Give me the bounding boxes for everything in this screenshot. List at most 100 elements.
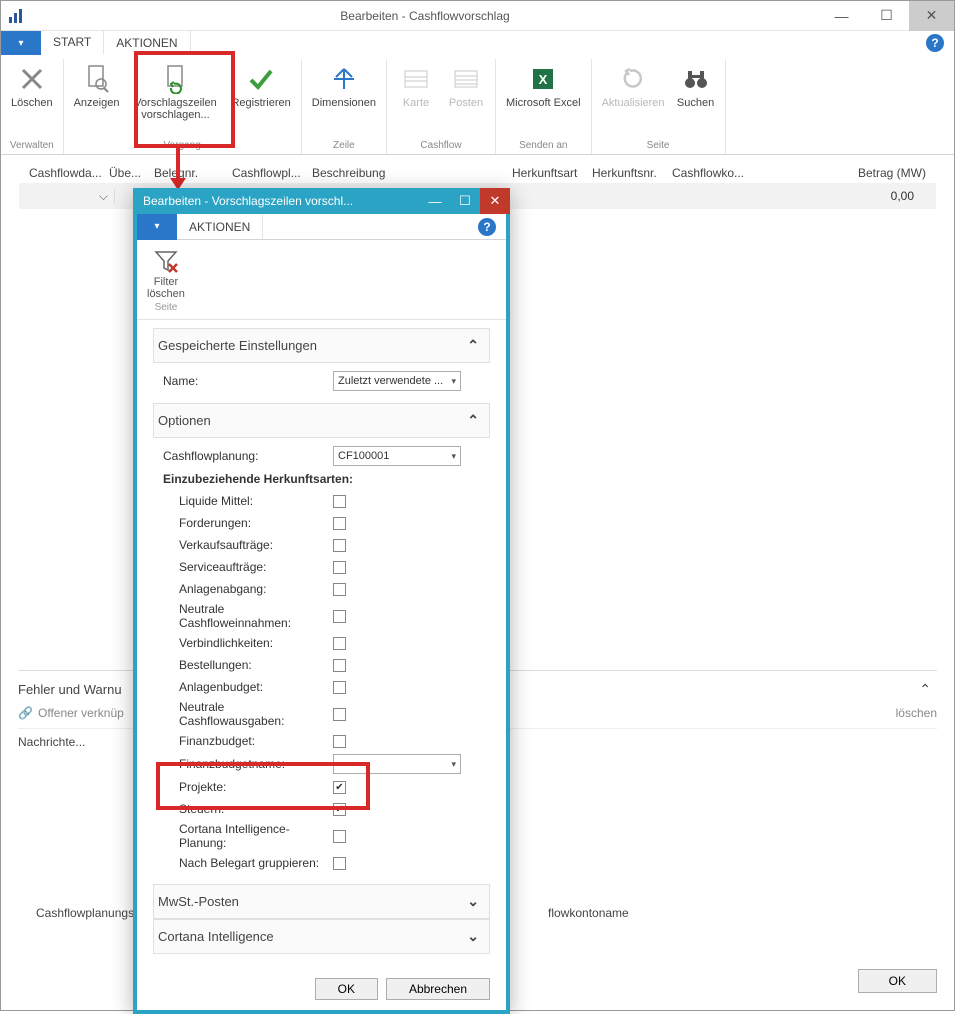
section-optionen[interactable]: Optionen ⌃ bbox=[153, 403, 490, 438]
grid-header: Cashflowda... Übe... Belegnr. Cashflowpl… bbox=[1, 163, 954, 183]
row-name: Name: Zuletzt verwendete ...▾ bbox=[153, 369, 490, 393]
check-icon bbox=[247, 61, 275, 97]
name-dropdown[interactable]: Zuletzt verwendete ...▾ bbox=[333, 371, 461, 391]
funnel-clear-icon bbox=[153, 246, 179, 276]
chevron-down-icon: ⌄ bbox=[467, 928, 485, 945]
neutrale-aus-checkbox[interactable] bbox=[333, 708, 346, 721]
col-cashflowpl[interactable]: Cashflowpl... bbox=[224, 166, 304, 180]
window-title: Bearbeiten - Cashflowvorschlag bbox=[31, 9, 819, 23]
help-icon[interactable]: ? bbox=[926, 34, 944, 52]
cell-amount: 0,00 bbox=[891, 189, 936, 203]
steuern-checkbox[interactable] bbox=[333, 803, 346, 816]
ribbon-group-seite: Aktualisieren Suchen Seite bbox=[592, 59, 726, 154]
tab-start[interactable]: START bbox=[41, 31, 104, 55]
dialog-maximize-button[interactable]: ☐ bbox=[450, 188, 480, 214]
liquide-checkbox[interactable] bbox=[333, 495, 346, 508]
close-button[interactable]: ✕ bbox=[909, 1, 954, 31]
section-gespeichert[interactable]: Gespeicherte Einstellungen ⌃ bbox=[153, 328, 490, 363]
chevron-down-icon: ⌄ bbox=[467, 893, 485, 910]
col-cashflowko[interactable]: Cashflowko... bbox=[664, 166, 744, 180]
dialog-ribbon: Filterlöschen Seite bbox=[137, 240, 506, 320]
ribbon-group-cashflow: Karte Posten Cashflow bbox=[387, 59, 496, 154]
link-icon: 🔗 bbox=[18, 706, 32, 720]
projekte-checkbox[interactable] bbox=[333, 781, 346, 794]
dialog-help-icon[interactable]: ? bbox=[478, 218, 496, 236]
dialog-body: Gespeicherte Einstellungen ⌃ Name: Zulet… bbox=[137, 320, 506, 968]
ribbon-group-verwalten: Löschen Verwalten bbox=[1, 59, 64, 154]
ribbon-group-zeile: Dimensionen Zeile bbox=[302, 59, 387, 154]
verkaufs-checkbox[interactable] bbox=[333, 539, 346, 552]
excel-icon: X bbox=[529, 61, 557, 97]
kontoname-label: flowkontoname bbox=[548, 906, 629, 920]
verbindlichkeiten-checkbox[interactable] bbox=[333, 637, 346, 650]
excel-button[interactable]: X Microsoft Excel bbox=[500, 59, 587, 140]
file-tab[interactable]: ▾ bbox=[1, 31, 41, 55]
belegart-checkbox[interactable] bbox=[333, 857, 346, 870]
svg-text:X: X bbox=[539, 72, 548, 87]
ribbon-group-vorgang: Anzeigen Vorschlagszeilen vorschlagen...… bbox=[64, 59, 302, 154]
row-cashflowplanung: Cashflowplanung: CF100001▾ bbox=[153, 444, 490, 468]
maximize-button[interactable]: ☐ bbox=[864, 1, 909, 31]
titlebar: Bearbeiten - Cashflowvorschlag — ☐ ✕ bbox=[1, 1, 954, 31]
offener-link[interactable]: Offener verknüp bbox=[38, 706, 124, 720]
chevron-up-icon: ⌃ bbox=[467, 412, 485, 429]
registrieren-button[interactable]: Registrieren bbox=[225, 59, 296, 140]
chevron-up-icon: ⌃ bbox=[467, 337, 485, 354]
planungsbe-label: Cashflowplanungsbe bbox=[36, 906, 147, 920]
neutrale-ein-checkbox[interactable] bbox=[333, 610, 346, 623]
service-checkbox[interactable] bbox=[333, 561, 346, 574]
card-icon bbox=[402, 61, 430, 97]
karte-button[interactable]: Karte bbox=[391, 59, 441, 140]
finanzbudgetname-dropdown[interactable]: ▾ bbox=[333, 754, 461, 774]
dialog-title-text: Bearbeiten - Vorschlagszeilen vorschl... bbox=[143, 194, 353, 208]
dialog-ok-button[interactable]: OK bbox=[315, 978, 378, 1000]
refresh-icon bbox=[619, 61, 647, 97]
loeschen-button[interactable]: Löschen bbox=[5, 59, 59, 140]
dialog-minimize-button[interactable]: — bbox=[420, 188, 450, 214]
dialog-tab-aktionen[interactable]: AKTIONEN bbox=[177, 215, 263, 239]
chevron-up-icon: ⌃ bbox=[919, 681, 937, 698]
dimensionen-button[interactable]: Dimensionen bbox=[306, 59, 382, 140]
ribbon: Löschen Verwalten Anzeigen Vorschlagszei… bbox=[1, 55, 954, 155]
section-mwst[interactable]: MwSt.-Posten ⌄ bbox=[153, 884, 490, 919]
binoculars-icon bbox=[682, 61, 710, 97]
aktualisieren-button[interactable]: Aktualisieren bbox=[596, 59, 671, 140]
col-herkunftsnr[interactable]: Herkunftsnr. bbox=[584, 166, 664, 180]
finanzbudget-checkbox[interactable] bbox=[333, 735, 346, 748]
anlagenbudget-checkbox[interactable] bbox=[333, 681, 346, 694]
forderungen-checkbox[interactable] bbox=[333, 517, 346, 530]
vorschlagszeilen-button[interactable]: Vorschlagszeilen vorschlagen... bbox=[125, 59, 225, 140]
col-belegnr[interactable]: Belegnr. bbox=[146, 166, 224, 180]
loeschen-link[interactable]: löschen bbox=[896, 706, 937, 720]
filter-loeschen-button[interactable]: Filterlöschen bbox=[147, 246, 185, 300]
ribbon-tabs: ▾ START AKTIONEN ? bbox=[1, 31, 954, 55]
dialog-footer: OK Abbrechen bbox=[137, 968, 506, 1010]
dialog-close-button[interactable]: ✕ bbox=[480, 188, 510, 214]
anlagenabgang-checkbox[interactable] bbox=[333, 583, 346, 596]
dialog-file-tab[interactable]: ▾ bbox=[137, 214, 177, 240]
col-uebe[interactable]: Übe... bbox=[101, 166, 146, 180]
page-refresh-icon bbox=[163, 61, 187, 97]
main-ok-button[interactable]: OK bbox=[858, 969, 937, 993]
dimensions-icon bbox=[330, 61, 358, 97]
col-herkunftsart[interactable]: Herkunftsart bbox=[504, 166, 584, 180]
tab-aktionen[interactable]: AKTIONEN bbox=[104, 31, 190, 55]
posten-button[interactable]: Posten bbox=[441, 59, 491, 140]
window-controls: — ☐ ✕ bbox=[819, 1, 954, 31]
suchen-button[interactable]: Suchen bbox=[671, 59, 721, 140]
page-search-icon bbox=[85, 61, 109, 97]
app-icon bbox=[1, 1, 31, 31]
col-betrag[interactable]: Betrag (MW) bbox=[834, 166, 934, 180]
col-beschreibung[interactable]: Beschreibung bbox=[304, 166, 504, 180]
bestellungen-checkbox[interactable] bbox=[333, 659, 346, 672]
cell-dropdown[interactable]: ⌵ bbox=[19, 189, 115, 204]
cortana-checkbox[interactable] bbox=[333, 830, 346, 843]
anzeigen-button[interactable]: Anzeigen bbox=[68, 59, 126, 140]
ribbon-group-senden: X Microsoft Excel Senden an bbox=[496, 59, 592, 154]
cashflowplanung-dropdown[interactable]: CF100001▾ bbox=[333, 446, 461, 466]
minimize-button[interactable]: — bbox=[819, 1, 864, 31]
section-cortana[interactable]: Cortana Intelligence ⌄ bbox=[153, 919, 490, 954]
dialog-tabs: ▾ AKTIONEN ? bbox=[137, 214, 506, 240]
col-cashflowda[interactable]: Cashflowda... bbox=[21, 166, 101, 180]
dialog-cancel-button[interactable]: Abbrechen bbox=[386, 978, 490, 1000]
